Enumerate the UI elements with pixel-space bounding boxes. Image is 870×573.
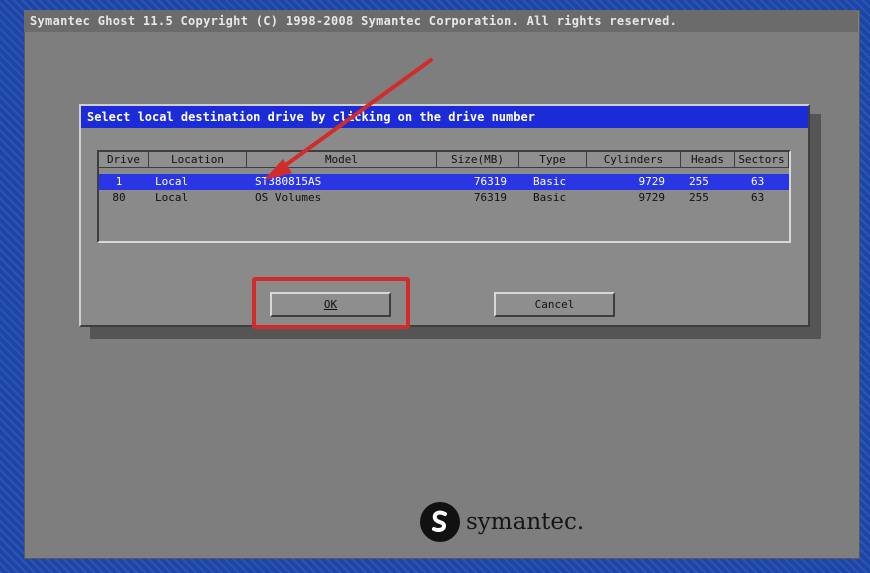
brand-name: symantec.: [466, 509, 585, 535]
arrow-annotation-icon: [264, 58, 433, 180]
symantec-logo-icon: [420, 502, 460, 542]
symantec-logo: symantec.: [420, 500, 584, 544]
